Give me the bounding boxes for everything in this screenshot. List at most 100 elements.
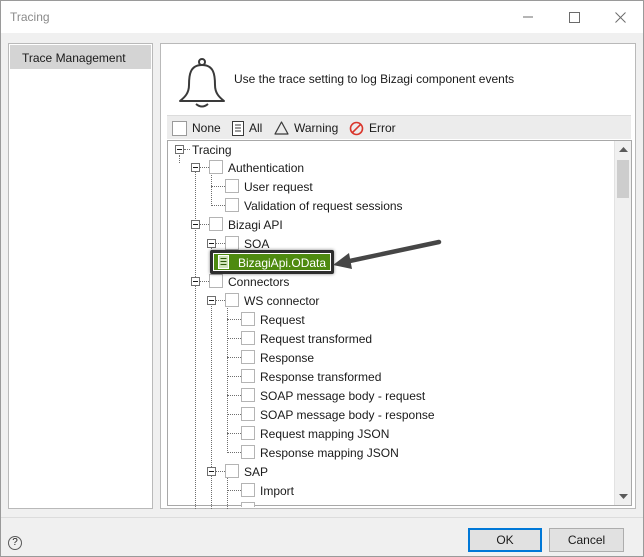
tree-connector bbox=[227, 452, 241, 453]
close-icon bbox=[614, 11, 626, 23]
collapse-soa-toggle[interactable] bbox=[207, 239, 216, 248]
nav-item-trace-management[interactable]: Trace Management bbox=[10, 45, 151, 69]
nav-item-label: Trace Management bbox=[22, 51, 126, 65]
collapse-authentication-toggle[interactable] bbox=[191, 163, 200, 172]
validation-checkbox[interactable] bbox=[225, 198, 239, 212]
response-mapping-checkbox[interactable] bbox=[241, 445, 255, 459]
title-bar: Tracing bbox=[1, 1, 643, 33]
bizagi-api-checkbox[interactable] bbox=[209, 217, 223, 231]
maximize-button[interactable] bbox=[551, 1, 597, 33]
collapse-bizagi-api-toggle[interactable] bbox=[191, 220, 200, 229]
tree-node-bizagi-api[interactable]: Bizagi API bbox=[228, 218, 283, 232]
selected-node-highlight[interactable]: BizagiApi.OData bbox=[210, 250, 334, 274]
tree-guide bbox=[195, 167, 196, 509]
chevron-down-icon bbox=[618, 494, 628, 499]
tree-node-soap-request[interactable]: SOAP message body - request bbox=[260, 389, 425, 403]
tree-connector bbox=[211, 186, 225, 187]
selected-node-odata[interactable]: BizagiApi.OData bbox=[214, 254, 330, 270]
tree-connector bbox=[227, 414, 241, 415]
collapse-tracing-toggle[interactable] bbox=[175, 145, 184, 154]
tree-connector bbox=[227, 357, 241, 358]
response-transformed-checkbox[interactable] bbox=[241, 369, 255, 383]
collapse-sap-toggle[interactable] bbox=[207, 467, 216, 476]
scroll-up-button[interactable] bbox=[615, 141, 631, 158]
bell-icon bbox=[179, 58, 225, 108]
tree-node-response-transformed[interactable]: Response transformed bbox=[260, 370, 381, 384]
tree-connector bbox=[216, 471, 225, 472]
tree-node-response[interactable]: Response bbox=[260, 351, 314, 365]
chevron-up-icon bbox=[618, 147, 628, 152]
soap-response-checkbox[interactable] bbox=[241, 407, 255, 421]
settings-nav: Trace Management bbox=[8, 43, 153, 509]
tree-node-sap[interactable]: SAP bbox=[244, 465, 268, 479]
footer-divider bbox=[1, 517, 643, 518]
filter-toolbar: None All Warning Error bbox=[167, 115, 631, 139]
tree-connector bbox=[227, 433, 241, 434]
tree-node-response-mapping[interactable]: Response mapping JSON bbox=[260, 446, 399, 460]
tree-node-user-request[interactable]: User request bbox=[244, 180, 313, 194]
collapse-ws-connector-toggle[interactable] bbox=[207, 296, 216, 305]
tree-node-import[interactable]: Import bbox=[260, 484, 294, 498]
collapse-connectors-toggle[interactable] bbox=[191, 277, 200, 286]
tree-node-connectors[interactable]: Connectors bbox=[228, 275, 289, 289]
tree-node-soa[interactable]: SOA bbox=[244, 237, 269, 251]
document-lines-icon bbox=[232, 120, 244, 136]
tree-connector bbox=[227, 376, 241, 377]
ws-connector-checkbox[interactable] bbox=[225, 293, 239, 307]
authentication-checkbox[interactable] bbox=[209, 160, 223, 174]
tree-connector bbox=[184, 149, 190, 150]
tree-node-validation[interactable]: Validation of request sessions bbox=[244, 199, 403, 213]
trace-description: Use the trace setting to log Bizagi comp… bbox=[234, 72, 515, 86]
request-checkbox[interactable] bbox=[241, 312, 255, 326]
filter-label: All bbox=[249, 121, 263, 135]
filter-none-button[interactable]: None bbox=[172, 116, 221, 140]
close-button[interactable] bbox=[597, 1, 643, 33]
tree-guide bbox=[211, 300, 212, 509]
import-checkbox[interactable] bbox=[241, 483, 255, 497]
scroll-down-button[interactable] bbox=[615, 488, 631, 505]
next-item-checkbox[interactable] bbox=[241, 502, 255, 507]
tree-node-odata: BizagiApi.OData bbox=[238, 256, 327, 270]
soa-checkbox[interactable] bbox=[225, 236, 239, 250]
connectors-checkbox[interactable] bbox=[209, 274, 223, 288]
tree-node-request[interactable]: Request bbox=[260, 313, 305, 327]
scroll-thumb[interactable] bbox=[617, 160, 629, 198]
warning-triangle-icon bbox=[274, 121, 289, 135]
tree-scrollbar[interactable] bbox=[614, 141, 631, 505]
tree-connector bbox=[200, 281, 209, 282]
tree-guide bbox=[179, 155, 180, 163]
tree-node-request-mapping[interactable]: Request mapping JSON bbox=[260, 427, 389, 441]
ok-button[interactable]: OK bbox=[468, 528, 542, 552]
filter-label: Error bbox=[369, 121, 396, 135]
tree-connector bbox=[227, 395, 241, 396]
cancel-button[interactable]: Cancel bbox=[549, 528, 624, 552]
tree-connector bbox=[227, 319, 241, 320]
minimize-icon bbox=[523, 16, 533, 18]
tree-connector bbox=[211, 205, 225, 206]
filter-label: Warning bbox=[294, 121, 339, 135]
tree-guide bbox=[227, 476, 228, 509]
document-lines-icon bbox=[218, 255, 229, 269]
tree-guide bbox=[227, 305, 228, 453]
tree-node-soap-response[interactable]: SOAP message body - response bbox=[260, 408, 435, 422]
response-checkbox[interactable] bbox=[241, 350, 255, 364]
tree-connector bbox=[216, 300, 225, 301]
user-request-checkbox[interactable] bbox=[225, 179, 239, 193]
help-icon[interactable]: ? bbox=[8, 536, 22, 550]
tree-node-tracing[interactable]: Tracing bbox=[192, 143, 232, 157]
sap-checkbox[interactable] bbox=[225, 464, 239, 478]
minimize-button[interactable] bbox=[505, 1, 551, 33]
tree-node-request-transformed[interactable]: Request transformed bbox=[260, 332, 372, 346]
filter-all-button[interactable]: All bbox=[232, 116, 262, 140]
tree-connector bbox=[200, 224, 209, 225]
request-transformed-checkbox[interactable] bbox=[241, 331, 255, 345]
tree-node-ws-connector[interactable]: WS connector bbox=[244, 294, 319, 308]
tree-node-authentication[interactable]: Authentication bbox=[228, 161, 304, 175]
window-title: Tracing bbox=[10, 10, 50, 24]
tree-connector bbox=[227, 338, 241, 339]
soap-request-checkbox[interactable] bbox=[241, 388, 255, 402]
filter-warning-button[interactable]: Warning bbox=[274, 116, 338, 140]
callout-arrow-icon bbox=[333, 239, 442, 269]
request-mapping-checkbox[interactable] bbox=[241, 426, 255, 440]
filter-error-button[interactable]: Error bbox=[349, 116, 396, 140]
